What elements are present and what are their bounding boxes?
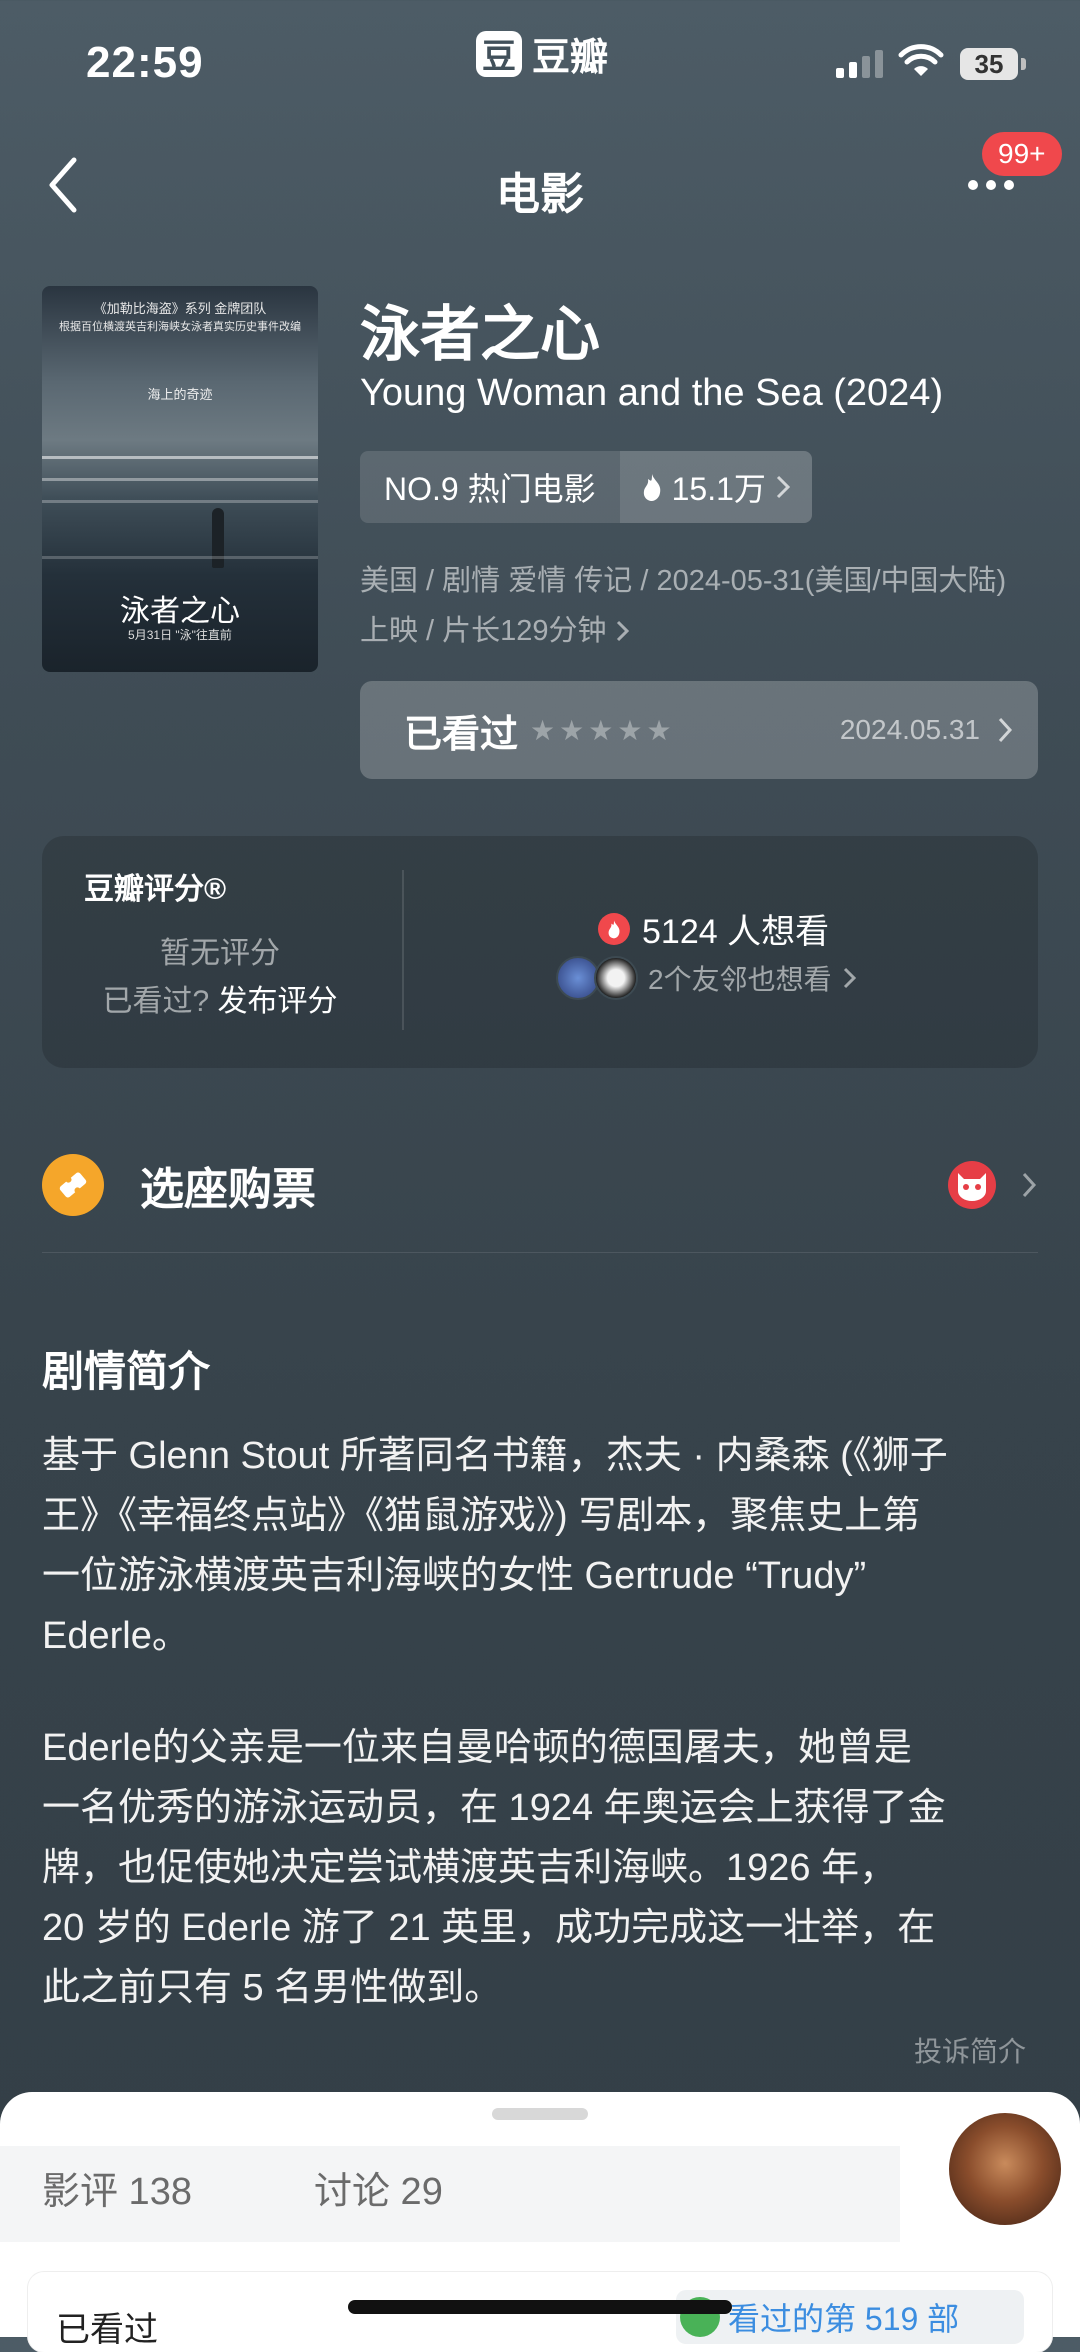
- app-name: 豆瓣: [532, 37, 609, 79]
- chevron-right-icon: [998, 717, 1013, 743]
- movie-meta[interactable]: 美国 / 剧情 爱情 传记 / 2024-05-31(美国/中国大陆) 上映 /…: [360, 556, 1040, 656]
- ticket-icon: [42, 1154, 104, 1216]
- synopsis-line: 牌，也促使她决定尝试横渡英吉利海峡。1926 年，: [42, 1847, 898, 1889]
- chevron-right-icon: [616, 620, 629, 642]
- star-icon[interactable]: ★: [588, 714, 613, 747]
- page-title: 电影: [496, 170, 584, 219]
- my-watch-label: 已看过: [56, 2311, 158, 2349]
- synopsis-line: 一名优秀的游泳运动员，在 1924 年奥运会上获得了金: [42, 1787, 946, 1829]
- synopsis-line: 20 岁的 Ederle 游了 21 英里，成功完成这一壮举，在: [42, 1907, 936, 1949]
- battery-icon: 35: [960, 48, 1018, 80]
- divider: [42, 1252, 1038, 1253]
- report-synopsis-link[interactable]: 投诉简介: [914, 2030, 1026, 2070]
- poster-mid-line: 海上的奇迹: [147, 387, 213, 402]
- rank-label: NO.9 热门电影: [360, 451, 620, 523]
- chevron-right-icon: [1022, 1172, 1037, 1198]
- status-time: 22:59: [86, 38, 204, 87]
- watched-date: 2024.05.31: [839, 714, 980, 745]
- battery-tip: [1021, 58, 1026, 70]
- chevron-right-icon: [776, 475, 791, 499]
- watched-count-text: 看过的第 519 部: [728, 2301, 960, 2337]
- watched-label: 已看过: [404, 713, 519, 756]
- tab-reviews[interactable]: 影评 138: [42, 2160, 192, 2215]
- synopsis-line: Ederle的父亲是一位来自曼哈顿的德国屠夫，她曾是: [42, 1727, 912, 1769]
- rating-header: 豆瓣评分®: [84, 873, 227, 906]
- sheet-drag-handle[interactable]: [492, 2108, 588, 2120]
- poster-title: 泳者之心: [120, 594, 240, 629]
- star-icon[interactable]: ★: [530, 714, 555, 747]
- publish-rating-prompt[interactable]: 已看过? 发布评分: [42, 976, 398, 1020]
- signal-icon: [836, 50, 883, 78]
- watched-status-button[interactable]: 已看过 ★ ★ ★ ★ ★ 2024.05.31: [360, 681, 1038, 779]
- app-logo: 豆 豆瓣: [476, 26, 608, 81]
- synopsis-line: 王》《幸福终点站》《猫鼠游戏》) 写剧本，聚焦史上第: [42, 1495, 921, 1537]
- poster-series-line: 《加勒比海盗》系列 金牌团队: [93, 301, 267, 316]
- rating-card: 豆瓣评分® 暂无评分 已看过? 发布评分 5124 人想看 2个友邻也想看: [42, 836, 1038, 1068]
- watched-count-link[interactable]: 看过的第 519 部: [676, 2290, 1024, 2344]
- synopsis-line: Ederle。: [42, 1615, 190, 1657]
- poster-tagline: 根据百位横渡英吉利海峡女泳者真实历史事件改编: [59, 321, 301, 333]
- flame-icon: [598, 912, 630, 945]
- douban-logo-icon: 豆: [476, 30, 522, 77]
- poster-date-line: 5月31日 "泳"往直前: [128, 628, 232, 642]
- notification-badge: 99+: [982, 132, 1062, 176]
- more-icon[interactable]: [968, 180, 1014, 190]
- wifi-icon: [898, 44, 944, 76]
- synopsis-line: 此之前只有 5 名男性做到。: [42, 1967, 503, 2009]
- friends-want-link[interactable]: 2个友邻也想看: [556, 956, 858, 1000]
- meta-text: 美国 / 剧情 爱情 传记 / 2024-05-31(美国/中国大陆) 上映 /…: [360, 565, 1007, 647]
- rating-divider: [402, 870, 404, 1030]
- no-rating-text: 暂无评分: [160, 937, 280, 970]
- back-chevron-icon[interactable]: [40, 150, 90, 220]
- buy-tickets-label: 选座购票: [140, 1165, 316, 1214]
- seen-prefix: 已看过?: [102, 985, 210, 1018]
- star-icon[interactable]: ★: [646, 714, 671, 747]
- heat-button[interactable]: 15.1万: [619, 451, 812, 523]
- star-icon[interactable]: ★: [559, 714, 584, 747]
- synopsis-heading: 剧情简介: [42, 1348, 211, 1395]
- maoyan-cat-icon: [948, 1161, 996, 1209]
- publish-rating-link[interactable]: 发布评分: [218, 985, 338, 1018]
- poster-swimmer-figure: [212, 508, 224, 568]
- chevron-right-icon: [843, 967, 856, 989]
- rank-badge[interactable]: NO.9 热门电影 15.1万: [360, 451, 812, 523]
- star-rating[interactable]: ★ ★ ★ ★ ★: [530, 714, 672, 747]
- synopsis-line: 一位游泳横渡英吉利海峡的女性 Gertrude “Trudy”: [42, 1555, 867, 1597]
- movie-title-cn: 泳者之心: [360, 301, 600, 368]
- movie-poster[interactable]: 《加勒比海盗》系列 金牌团队 根据百位横渡英吉利海峡女泳者真实历史事件改编 海上…: [42, 286, 318, 672]
- heat-value: 15.1万: [671, 471, 766, 507]
- buy-tickets-row[interactable]: 选座购票: [42, 1150, 1038, 1220]
- friends-text: 2个友邻也想看: [648, 964, 832, 995]
- star-icon[interactable]: ★: [617, 714, 642, 747]
- synopsis-line: 基于 Glenn Stout 所著同名书籍，杰夫 · 内桑森 (《狮子: [42, 1435, 948, 1477]
- avatar: [594, 956, 638, 1000]
- movie-title-en: Young Woman and the Sea (2024): [360, 372, 944, 414]
- home-indicator: [348, 2300, 732, 2314]
- tab-discussions[interactable]: 讨论 29: [314, 2160, 443, 2215]
- want-count-text: 5124 人想看: [642, 913, 830, 951]
- user-avatar[interactable]: [946, 2110, 1064, 2228]
- want-to-see-count[interactable]: 5124 人想看: [598, 904, 829, 953]
- flame-icon: [643, 474, 660, 501]
